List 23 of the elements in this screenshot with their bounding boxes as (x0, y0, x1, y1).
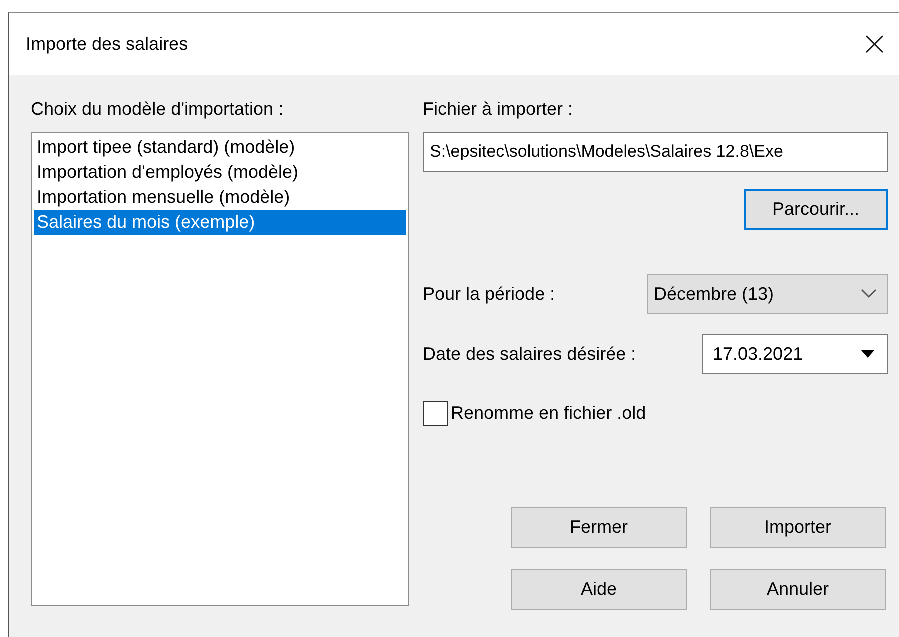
period-dropdown[interactable]: Décembre (13) (647, 274, 888, 314)
close-button[interactable]: × (858, 27, 891, 61)
field-label: Pour la période : (423, 284, 556, 304)
file-path-field[interactable]: S:\epsitec\solutions\Modeles\Salaires 12.8\Exe (423, 132, 888, 172)
field-label: Date des salaires désirée : (423, 344, 636, 364)
list-label: Choix du modèle d'importation : (31, 99, 285, 120)
checkbox[interactable] (423, 401, 448, 426)
dialog-button[interactable]: Annuler (710, 569, 886, 610)
model-listbox[interactable]: Import tipee (standard) (modèle) Importation d'employés (modèle) Importation mensuelle (modèle) Salaires du mois (exemple) (31, 132, 409, 606)
list-item[interactable]: Import tipee (standard) (modèle) (34, 135, 406, 160)
caret-down-icon (861, 350, 875, 358)
chevron-down-icon (861, 289, 877, 299)
date-field[interactable]: 17.03.2021 (702, 334, 888, 374)
list-item[interactable]: Salaires du mois (exemple) (34, 210, 406, 235)
window-title: Importe des salaires (26, 34, 188, 54)
list-item[interactable]: Importation mensuelle (modèle) (34, 185, 406, 210)
list-item[interactable]: Importation d'employés (modèle) (34, 160, 406, 185)
field-label: Fichier à importer : (423, 99, 574, 120)
dialog-button[interactable]: Fermer (511, 507, 687, 548)
checkbox-label: Renomme en fichier .old (451, 403, 646, 424)
dialog-button[interactable]: Aide (511, 569, 687, 610)
browse-button[interactable]: Parcourir... (744, 189, 888, 230)
dialog-button[interactable]: Importer (710, 507, 886, 548)
